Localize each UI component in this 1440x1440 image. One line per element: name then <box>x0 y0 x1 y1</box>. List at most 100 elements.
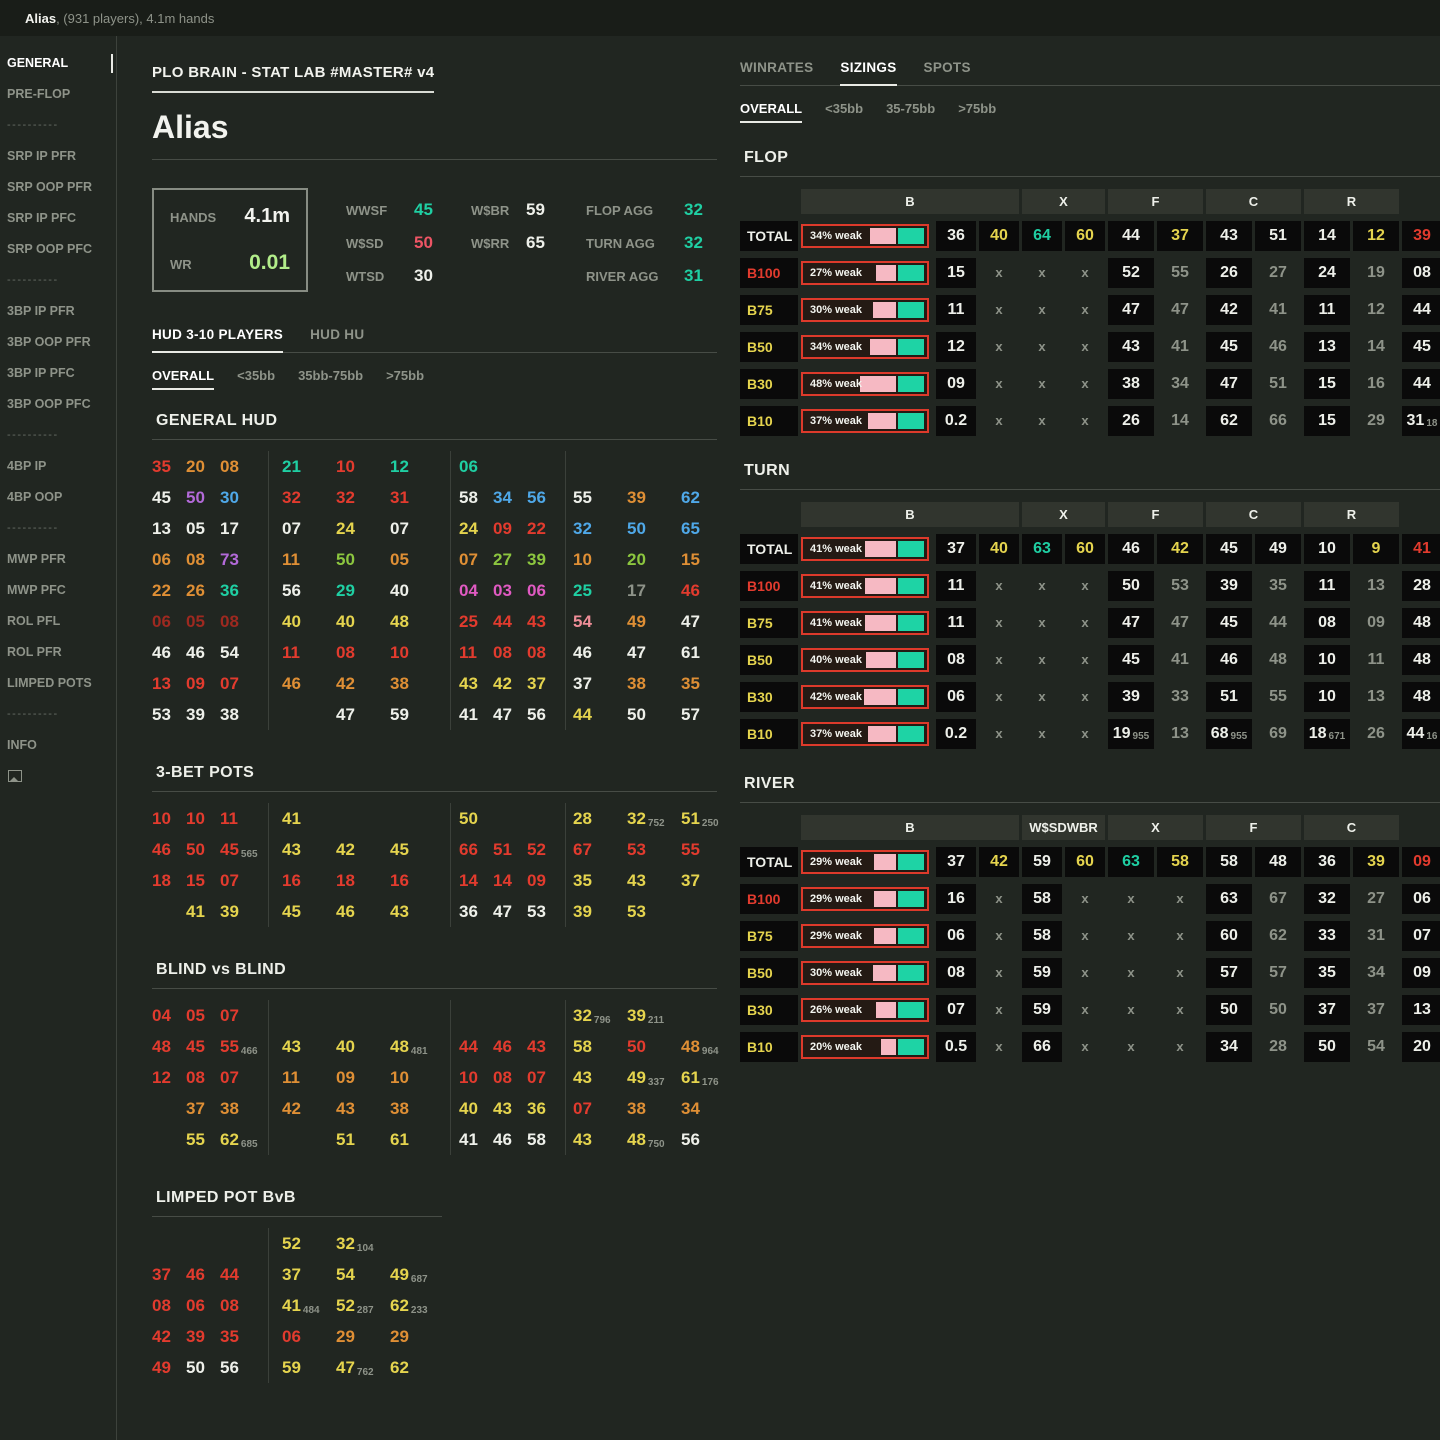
hud-cell: 09 <box>336 1067 355 1087</box>
summary-stat-flop-agg: FLOP AGG 32 <box>586 200 703 220</box>
sidebar-divider: ---------- <box>7 119 59 131</box>
hud-group: 56 29 40 <box>268 575 450 606</box>
hud-group: 37 38 35 <box>565 668 735 699</box>
hud-cell: 14 <box>493 870 512 890</box>
stat-cell: 09 <box>1402 958 1440 988</box>
sidebar-item-mwp-pfc[interactable]: MWP PFC <box>0 575 116 606</box>
hud-cell: 36 <box>220 580 239 600</box>
row-label-b50: B50 <box>740 332 798 362</box>
row-label-b100: B100 <box>740 884 798 914</box>
sidebar-item-mwp-pfr[interactable]: MWP PFR <box>0 544 116 575</box>
weak-bar-fill <box>874 854 896 870</box>
tab-spots[interactable]: SPOTS <box>924 60 971 85</box>
stat-cell: x <box>1081 1039 1089 1054</box>
stat-value: 32 <box>684 200 703 219</box>
hud-row: 48 45 55 466 43 40 48 481 44 46 43 58 50 48 964 <box>152 1031 719 1062</box>
sidebar-item-4bp-oop[interactable]: 4BP OOP <box>0 482 116 513</box>
stat-cell: 50 <box>1206 995 1252 1025</box>
stat-cell: 42 <box>1206 295 1252 325</box>
stat-cell: 16 <box>936 884 976 914</box>
subtab-75bb[interactable]: >75bb <box>958 101 996 123</box>
sidebar-item-srp-oop-pfc[interactable]: SRP OOP PFC <box>0 234 116 265</box>
row-label-b100: B100 <box>740 258 798 288</box>
sidebar-item-3bp-ip-pfc[interactable]: 3BP IP PFC <box>0 358 116 389</box>
table-title: RIVER <box>740 775 1440 803</box>
sidebar-item-3bp-oop-pfr[interactable]: 3BP OOP PFR <box>0 327 116 358</box>
sidebar-item-3bp-oop-pfc[interactable]: 3BP OOP PFC <box>0 389 116 420</box>
sidebar-item-pre-flop[interactable]: PRE-FLOP <box>0 79 116 110</box>
hud-row: 06 05 08 40 40 48 25 44 43 54 49 47 <box>152 606 717 637</box>
weak-bar-fill <box>864 689 896 705</box>
hud-cell: 13 <box>152 673 171 693</box>
hud-cell: 06 <box>282 1326 301 1346</box>
subtab-35bb-75bb[interactable]: 35bb-75bb <box>298 368 363 390</box>
hud-cell: 22 <box>152 580 171 600</box>
tab-hud-hu[interactable]: HUD HU <box>310 327 364 352</box>
hud-cell: 44 <box>459 1036 478 1056</box>
strong-bar-fill <box>898 265 924 281</box>
subtab-overall[interactable]: OVERALL <box>152 368 215 390</box>
stat-cell: 42 <box>1157 534 1203 564</box>
sample-count: 565 <box>240 848 258 860</box>
stat-cell: 12 <box>1367 301 1385 318</box>
sidebar-item-general[interactable]: GENERAL <box>0 48 116 79</box>
sidebar-item-srp-ip-pfc[interactable]: SRP IP PFC <box>0 203 116 234</box>
subtab-35-75bb[interactable]: 35-75bb <box>886 101 935 123</box>
stat-label: RIVER AGG <box>586 269 659 284</box>
row-label-b30: B30 <box>740 369 798 399</box>
subtab-overall[interactable]: OVERALL <box>740 101 803 123</box>
stat-cell: 26 <box>1206 258 1252 288</box>
stat-cell: 67 <box>1269 890 1287 907</box>
sidebar-item-4bp-ip[interactable]: 4BP IP <box>0 451 116 482</box>
sidebar-item-srp-oop-pfr[interactable]: SRP OOP PFR <box>0 172 116 203</box>
sidebar-item-rol-pfr[interactable]: ROL PFR <box>0 637 116 668</box>
hud-group: 50 <box>450 803 565 834</box>
stat-cell: x <box>1081 302 1089 317</box>
sidebar-item-rol-pfl[interactable]: ROL PFL <box>0 606 116 637</box>
hud-cell: 08 <box>220 1295 239 1315</box>
stat-cell: 27 <box>1269 264 1287 281</box>
tab-winrates[interactable]: WINRATES <box>740 60 813 85</box>
weak-bar-fill <box>870 339 896 355</box>
hud-group: 45 50 30 <box>152 482 268 513</box>
stat-cell: 13 <box>1171 725 1189 742</box>
hud-cell: 08 <box>527 642 546 662</box>
stat-cell: 63 <box>1108 847 1154 877</box>
tab-sizings[interactable]: SIZINGS <box>840 60 897 86</box>
section-title: BLIND vs BLIND <box>152 961 717 989</box>
sidebar-item-limped-pots[interactable]: LIMPED POTS <box>0 668 116 699</box>
stat-cell: 0.2 <box>936 719 976 749</box>
hud-cell: 32 752 <box>627 808 665 829</box>
stat-cell: 60 <box>1065 847 1105 877</box>
sidebar-item-3bp-ip-pfr[interactable]: 3BP IP PFR <box>0 296 116 327</box>
sidebar-item-srp-ip-pfr[interactable]: SRP IP PFR <box>0 141 116 172</box>
summary-stat-w-br: W$BR 59 <box>471 200 586 220</box>
subtab-75bb[interactable]: >75bb <box>386 368 424 390</box>
sidebar-item-info[interactable]: INFO <box>0 730 116 761</box>
stat-cell: 18 671 <box>1304 719 1350 749</box>
stat-cell: 48 <box>1402 645 1440 675</box>
hud-group: 42 39 35 <box>152 1321 268 1352</box>
hud-group: 46 46 54 <box>152 637 268 668</box>
subtab-35bb[interactable]: <35bb <box>825 101 863 123</box>
hud-cell: 08 <box>152 1295 171 1315</box>
column-header-r: R <box>1304 189 1399 214</box>
table-section-turn: TURN B X F C R TOTAL 41% weak 37 40 63 60 46 42 45 49 10… <box>740 462 1440 749</box>
stat-cell: 60 <box>1065 534 1105 564</box>
hud-group <box>268 1000 450 1031</box>
hud-cell: 43 <box>527 611 546 631</box>
hud-cell: 39 <box>220 901 239 921</box>
hud-cell: 25 <box>573 580 592 600</box>
sidebar-image-button[interactable] <box>0 761 116 787</box>
table-section-flop: FLOP B X F C R TOTAL 34% weak 36 40 64 60 44 37 43 51 14… <box>740 149 1440 436</box>
hud-cell: 50 <box>627 1036 646 1056</box>
stat-cell: 48 <box>1269 651 1287 668</box>
stat-cell: 41 <box>1269 301 1287 318</box>
subtab-35bb[interactable]: <35bb <box>237 368 275 390</box>
weak-bar-label: 34% weak <box>810 341 862 353</box>
tab-hud-3-10-players[interactable]: HUD 3-10 PLAYERS <box>152 327 284 353</box>
hud-cell: 06 <box>152 611 171 631</box>
hud-cell: 38 <box>390 1098 409 1118</box>
hud-cell: 44 <box>493 611 512 631</box>
main-panel: PLO BRAIN - STAT LAB #MASTER# v4 Alias H… <box>152 36 719 1440</box>
